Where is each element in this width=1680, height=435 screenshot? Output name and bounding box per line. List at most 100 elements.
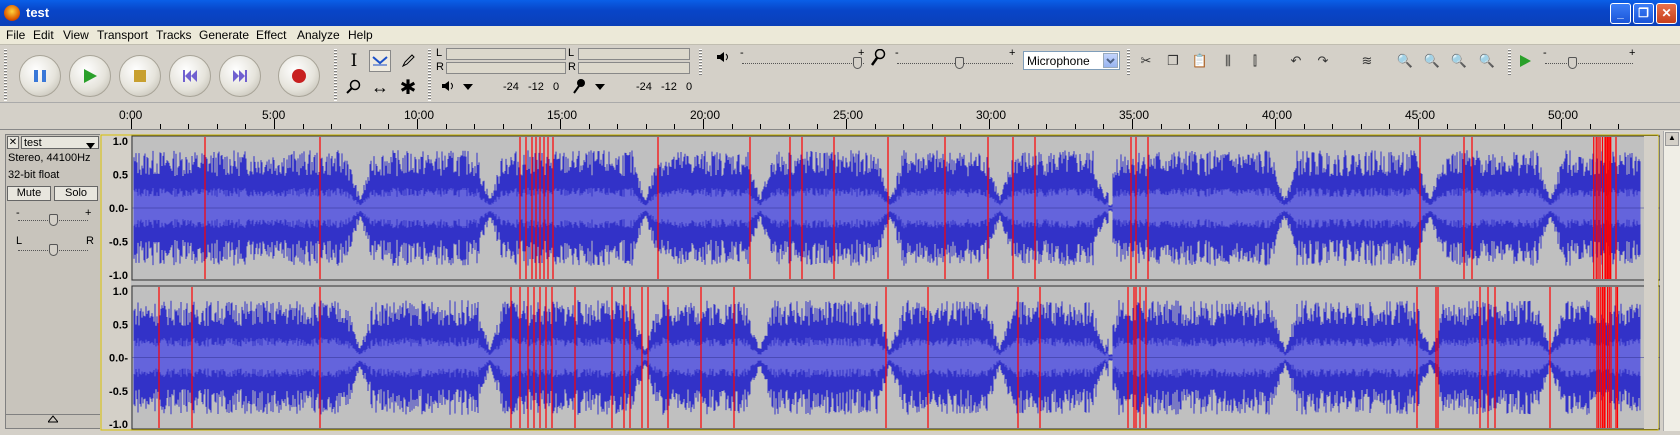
gain-minus-label: - — [16, 207, 20, 219]
ruler-tick — [760, 124, 762, 129]
close-button[interactable]: ✕ — [1656, 3, 1677, 24]
multi-tool-icon[interactable]: ✱ — [397, 76, 419, 99]
ruler-tick — [1618, 124, 1620, 129]
playback-meter-right[interactable] — [446, 62, 566, 74]
ruler-tick — [1418, 119, 1419, 129]
ruler-tick — [903, 124, 905, 129]
menu-bar: File Edit View Transport Tracks Generate… — [0, 26, 1680, 45]
ruler-tick — [1217, 124, 1219, 129]
menu-effect[interactable]: Effect — [256, 28, 286, 42]
scroll-up-arrow-icon[interactable]: ▲ — [1665, 132, 1679, 146]
track-menu-dropdown-icon[interactable] — [86, 140, 95, 152]
tools-toolbar-grip[interactable] — [334, 49, 337, 101]
rec-meter-scale-0: 0 — [686, 81, 693, 93]
mixer-toolbar-grip[interactable] — [699, 49, 702, 75]
play-at-speed-grip[interactable] — [1508, 49, 1511, 75]
transport-toolbar-grip[interactable] — [4, 49, 7, 101]
output-volume-minus: - — [740, 47, 744, 59]
amplitude-label: 0.5 — [113, 170, 128, 182]
meter-toolbar-grip[interactable] — [428, 49, 431, 101]
ruler-label: 20:00 — [690, 108, 721, 122]
mute-button[interactable]: Mute — [7, 186, 51, 201]
draw-tool-icon[interactable] — [397, 50, 419, 72]
track-close-button[interactable]: ✕ — [7, 136, 19, 149]
fit-selection-icon[interactable]: 🔍 — [1448, 50, 1470, 72]
ruler-tick — [417, 119, 418, 129]
play-speed-thumb[interactable] — [1568, 57, 1577, 69]
ruler-tick — [1132, 119, 1133, 129]
solo-button[interactable]: Solo — [54, 186, 98, 201]
ruler-tick — [1389, 124, 1391, 129]
microphone-meter-icon[interactable] — [571, 78, 587, 94]
skip-to-end-button[interactable] — [219, 55, 261, 97]
menu-help[interactable]: Help — [348, 28, 373, 42]
menu-file[interactable]: File — [6, 28, 25, 42]
collapse-track-button[interactable] — [6, 414, 100, 428]
paste-icon[interactable]: 📋 — [1189, 50, 1211, 72]
ruler-tick — [1103, 124, 1105, 129]
track-name-menu[interactable]: test — [21, 136, 99, 149]
menu-view[interactable]: View — [63, 28, 89, 42]
record-meter-right[interactable] — [578, 62, 690, 74]
speaker-icon[interactable] — [440, 78, 456, 94]
sync-lock-icon[interactable]: ≋ — [1353, 50, 1381, 72]
envelope-tool-icon[interactable] — [369, 50, 391, 72]
menu-generate[interactable]: Generate — [199, 28, 249, 42]
play-button[interactable] — [69, 55, 111, 97]
ruler-tick — [388, 124, 390, 129]
ruler-label: 10:00 — [404, 108, 435, 122]
zoom-in-icon[interactable]: 🔍 — [1394, 50, 1416, 72]
ruler-label: 15:00 — [547, 108, 578, 122]
zoom-tool-icon[interactable] — [343, 76, 365, 98]
silence-icon[interactable]: ⫿ — [1244, 50, 1266, 72]
playback-meter-dropdown-icon[interactable] — [461, 80, 475, 94]
menu-transport[interactable]: Transport — [97, 28, 148, 42]
record-button[interactable] — [278, 55, 320, 97]
timeline-ruler[interactable]: 0:00 5:00 10:00 15:00 20:00 25:00 30:00 … — [0, 103, 1680, 130]
cut-icon[interactable]: ✂ — [1135, 50, 1157, 72]
selection-tool-icon[interactable]: I — [343, 50, 365, 72]
ruler-label: 25:00 — [833, 108, 864, 122]
edit-toolbar-grip[interactable] — [1127, 49, 1130, 75]
time-shift-tool-icon[interactable]: ↔ — [369, 76, 391, 98]
zoom-out-icon[interactable]: 🔍 — [1421, 50, 1443, 72]
copy-icon[interactable]: ❐ — [1162, 50, 1184, 72]
menu-tracks[interactable]: Tracks — [156, 28, 192, 42]
output-volume-slider[interactable] — [742, 63, 864, 64]
input-source-select[interactable]: Microphone — [1023, 51, 1120, 70]
input-volume-minus: - — [895, 47, 899, 59]
meter-scale-0: 0 — [553, 81, 560, 93]
skip-to-start-button[interactable] — [169, 55, 211, 97]
vertical-scrollbar[interactable]: ▲ — [1663, 131, 1680, 431]
ruler-tick — [474, 124, 476, 129]
ruler-tick — [1532, 124, 1534, 129]
play-at-speed-icon[interactable] — [1514, 50, 1536, 72]
menu-edit[interactable]: Edit — [33, 28, 54, 42]
pan-thumb[interactable] — [49, 244, 58, 256]
ruler-tick — [159, 124, 161, 129]
record-meter-left[interactable] — [578, 48, 690, 60]
audacity-app-icon — [4, 5, 20, 21]
ruler-tick — [502, 124, 504, 129]
redo-icon[interactable]: ↷ — [1312, 50, 1334, 72]
stereo-waveform[interactable]: 1.0 0.5 0.0- -0.5 -1.0 1.0 0.5 0.0- -0.5 -1.0 — [100, 134, 1661, 431]
undo-icon[interactable]: ↶ — [1285, 50, 1307, 72]
input-source-value: Microphone — [1027, 54, 1090, 68]
pause-button[interactable] — [19, 55, 61, 97]
stop-button[interactable] — [119, 55, 161, 97]
ruler-tick — [1275, 119, 1276, 129]
input-volume-thumb[interactable] — [955, 57, 964, 69]
minimize-button[interactable]: _ — [1610, 3, 1631, 24]
gain-thumb[interactable] — [49, 214, 58, 226]
trim-icon[interactable]: ⫼ — [1217, 50, 1239, 72]
maximize-button[interactable]: ❐ — [1633, 3, 1654, 24]
ruler-tick — [531, 124, 533, 129]
playback-meter-left[interactable] — [446, 48, 566, 60]
amplitude-label: -1.0 — [109, 419, 128, 431]
chevron-down-icon[interactable] — [1103, 53, 1118, 68]
record-meter-dropdown-icon[interactable] — [593, 80, 607, 94]
waveform-area[interactable]: 1.0 0.5 0.0- -0.5 -1.0 1.0 0.5 0.0- -0.5 -1.0 — [100, 134, 1661, 431]
menu-analyze[interactable]: Analyze — [297, 28, 340, 42]
play-speed-slider[interactable] — [1545, 63, 1633, 64]
fit-project-icon[interactable]: 🔍 — [1476, 50, 1498, 72]
